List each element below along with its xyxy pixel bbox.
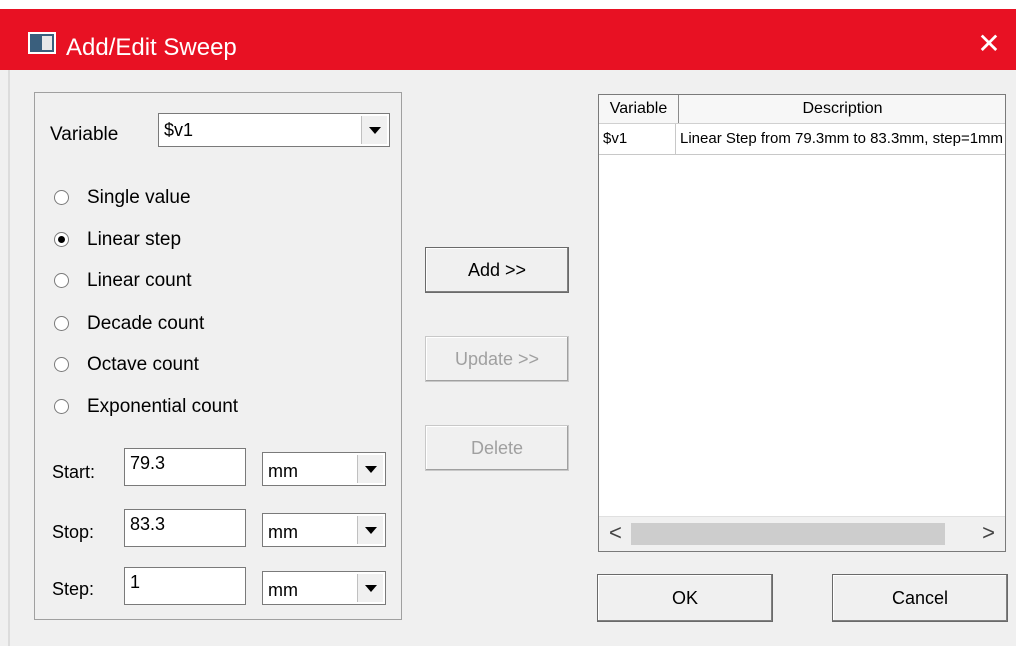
radio-label: Octave count bbox=[87, 354, 199, 375]
stop-unit-select[interactable]: mm bbox=[262, 513, 386, 547]
radio-circle[interactable] bbox=[54, 399, 69, 414]
start-input-value: 79.3 bbox=[130, 453, 166, 473]
list-item[interactable]: $v1 Linear Step from 79.3mm to 83.3mm, s… bbox=[599, 124, 1005, 155]
cancel-button[interactable]: Cancel bbox=[832, 574, 1008, 622]
stop-input[interactable]: 83.3 bbox=[124, 509, 246, 547]
list-item-variable: $v1 bbox=[599, 124, 676, 154]
step-unit-value: mm bbox=[268, 580, 298, 600]
radio-circle[interactable] bbox=[54, 273, 69, 288]
column-header-variable[interactable]: Variable bbox=[599, 95, 679, 123]
radio-label: Decade count bbox=[87, 313, 205, 334]
variable-label: Variable bbox=[50, 124, 119, 145]
sweep-list-header: Variable Description bbox=[599, 95, 1005, 124]
start-unit-value: mm bbox=[268, 461, 298, 481]
chevron-down-icon[interactable] bbox=[361, 116, 387, 144]
stop-label: Stop: bbox=[52, 522, 95, 542]
radio-circle[interactable] bbox=[54, 357, 69, 372]
chevron-down-icon[interactable] bbox=[357, 574, 383, 602]
step-unit-select[interactable]: mm bbox=[262, 571, 386, 605]
stop-input-value: 83.3 bbox=[130, 514, 166, 534]
start-unit-select[interactable]: mm bbox=[262, 452, 386, 486]
chevron-down-icon[interactable] bbox=[357, 516, 383, 544]
delete-button[interactable]: Delete bbox=[425, 425, 569, 471]
scroll-left-icon[interactable]: < bbox=[609, 521, 622, 545]
radio-circle[interactable] bbox=[54, 316, 69, 331]
variable-select[interactable]: $v1 bbox=[158, 113, 390, 147]
radio-label: Linear count bbox=[87, 270, 192, 291]
radio-circle[interactable] bbox=[54, 190, 69, 205]
horizontal-scrollbar[interactable]: < > bbox=[599, 516, 1005, 551]
title-bar[interactable]: Add/Edit Sweep ✕ bbox=[0, 9, 1016, 70]
radio-circle-checked[interactable] bbox=[54, 232, 69, 247]
step-input-value: 1 bbox=[130, 572, 141, 592]
radio-label: Exponential count bbox=[87, 396, 239, 417]
column-header-description[interactable]: Description bbox=[679, 95, 1005, 123]
scrollbar-thumb[interactable] bbox=[631, 523, 945, 545]
step-label: Step: bbox=[52, 579, 95, 599]
scroll-right-icon[interactable]: > bbox=[982, 521, 995, 545]
start-label: Start: bbox=[52, 462, 96, 482]
update-button[interactable]: Update >> bbox=[425, 336, 569, 382]
add-button[interactable]: Add >> bbox=[425, 247, 569, 293]
close-icon[interactable]: ✕ bbox=[976, 30, 1002, 58]
variable-select-value: $v1 bbox=[164, 120, 194, 140]
ok-button[interactable]: OK bbox=[597, 574, 773, 622]
radio-label: Single value bbox=[87, 187, 191, 208]
window-title: Add/Edit Sweep bbox=[66, 34, 237, 61]
radio-label: Linear step bbox=[87, 229, 182, 250]
add-edit-sweep-dialog: Add/Edit Sweep ✕ Variable $v1 Single val… bbox=[0, 0, 1016, 646]
start-input[interactable]: 79.3 bbox=[124, 448, 246, 486]
left-border bbox=[8, 70, 10, 646]
stop-unit-value: mm bbox=[268, 522, 298, 542]
chevron-down-icon[interactable] bbox=[357, 455, 383, 483]
step-input[interactable]: 1 bbox=[124, 567, 246, 605]
sweep-list[interactable]: Variable Description $v1 Linear Step fro… bbox=[598, 94, 1006, 552]
list-item-description: Linear Step from 79.3mm to 83.3mm, step=… bbox=[680, 130, 1004, 147]
app-window-icon bbox=[28, 32, 56, 54]
top-strip bbox=[0, 0, 1016, 9]
